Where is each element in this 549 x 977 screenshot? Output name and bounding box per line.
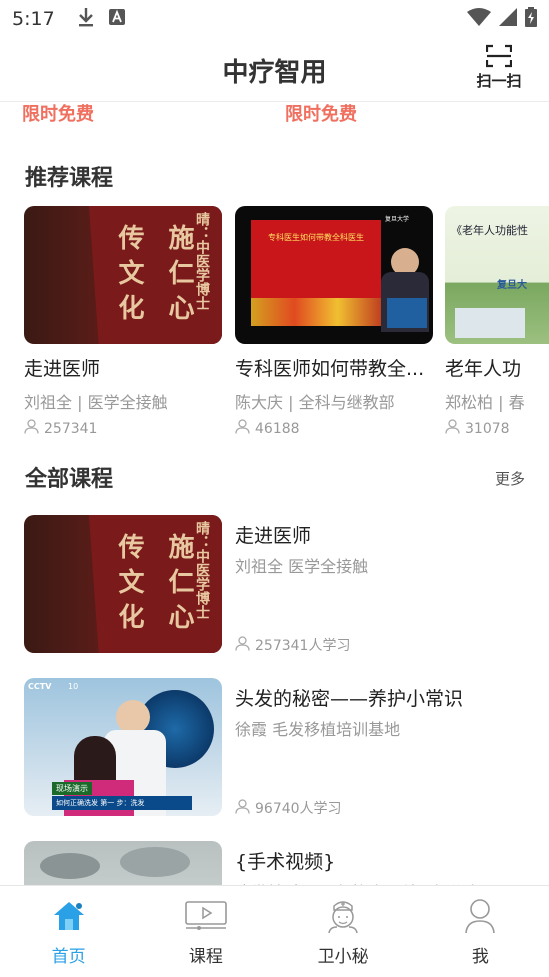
view-count-value: 46188 xyxy=(255,420,300,437)
recommended-carousel[interactable]: 传 文 化 施 仁 心 晴：中医学博士 走进医师 刘祖全 | 医学全接触 257… xyxy=(0,206,549,438)
status-time: 5:17 xyxy=(12,8,55,30)
thumb-text: 复旦大 xyxy=(497,280,527,291)
more-link[interactable]: 更多 xyxy=(495,468,525,489)
view-count-value: 31078 xyxy=(465,420,510,437)
view-count-value: 257341 xyxy=(44,420,98,437)
recommended-card[interactable]: 传 文 化 施 仁 心 晴：中医学博士 走进医师 刘祖全 | 医学全接触 257… xyxy=(24,206,222,438)
recommended-section-title: 推荐课程 xyxy=(25,166,114,191)
tab-label: 卫小秘 xyxy=(317,947,369,967)
all-courses-section-title: 全部课程 xyxy=(25,467,114,492)
thumb-text: 现场演示 xyxy=(52,782,92,795)
thumb-text: 如何正确洗发 第一 步：洗发 xyxy=(52,796,192,810)
video-course-icon xyxy=(185,896,227,936)
course-thumbnail: 传 文 化 施 仁 心 晴：中医学博士 xyxy=(24,515,222,653)
thumb-text: 专科医生如何带教全科医生 xyxy=(268,233,364,242)
view-count: 31078 xyxy=(445,419,549,438)
thumb-text: 复旦大学 xyxy=(385,216,410,223)
tab-courses[interactable]: 课程 xyxy=(137,886,274,977)
thumb-text: 《老年人功能性 xyxy=(451,224,528,237)
learner-count: 96740人学习 xyxy=(235,798,342,818)
thumb-text: 施 仁 心 xyxy=(164,224,194,321)
person-icon xyxy=(235,419,250,438)
scan-label: 扫一扫 xyxy=(476,72,522,90)
course-author: 刘祖全 | 医学全接触 xyxy=(24,393,168,412)
course-author: 刘祖全 医学全接触 xyxy=(235,557,369,576)
tv-logo: CCTV xyxy=(28,682,52,691)
person-icon xyxy=(24,419,39,438)
scan-icon xyxy=(471,44,527,68)
profile-icon xyxy=(464,896,496,936)
course-thumbnail: 专科医生如何带教全科医生 复旦大学 xyxy=(235,206,433,344)
learner-count-value: 257341人学习 xyxy=(255,638,351,654)
tab-home[interactable]: 首页 xyxy=(0,886,137,977)
home-icon xyxy=(52,896,86,936)
thumb-text: 传 文 化 xyxy=(114,224,144,321)
free-tag: 限时免费 xyxy=(285,104,357,125)
course-title: 专科医师如何带教全... xyxy=(235,358,425,380)
thumb-text: 施 仁 心 xyxy=(164,533,194,630)
battery-icon xyxy=(525,7,537,31)
person-icon xyxy=(235,635,250,655)
recommended-card[interactable]: 《老年人功能性 复旦大 老年人功 郑松柏 | 春 31078 xyxy=(445,206,549,438)
app-header: 中疗智用 扫一扫 xyxy=(0,38,549,102)
course-title: {手术视频} xyxy=(235,851,336,873)
person-icon xyxy=(445,419,460,438)
course-list-item[interactable]: CCTV 10 现场演示 如何正确洗发 第一 步：洗发 头发的秘密——养护小常识… xyxy=(24,678,526,818)
course-list-item[interactable]: 传 文 化 施 仁 心 晴：中医学博士 走进医师 刘祖全 医学全接触 25734… xyxy=(24,515,526,655)
course-title: 头发的秘密——养护小常识 xyxy=(235,688,464,710)
course-author: 徐霞 毛发移植培训基地 xyxy=(235,720,401,739)
course-title: 走进医师 xyxy=(24,358,101,380)
course-author: 郑松柏 | 春 xyxy=(445,393,525,412)
wifi-icon xyxy=(467,8,491,30)
bottom-tab-bar: 首页 课程 卫小秘 我 xyxy=(0,885,549,977)
course-author: 陈大庆 | 全科与继教部 xyxy=(235,393,395,412)
learner-count-value: 96740人学习 xyxy=(255,801,342,817)
course-title: 走进医师 xyxy=(235,525,312,547)
status-bar: 5:17 xyxy=(0,0,549,38)
page-title: 中疗智用 xyxy=(222,58,327,88)
tab-assistant[interactable]: 卫小秘 xyxy=(275,886,412,977)
learner-count: 257341人学习 xyxy=(235,635,350,655)
keyboard-a-icon xyxy=(108,9,125,29)
view-count: 257341 xyxy=(24,419,222,438)
thumb-text: 晴：中医学博士 xyxy=(194,212,210,310)
recommended-card[interactable]: 专科医生如何带教全科医生 复旦大学 专科医师如何带教全... 陈大庆 | 全科与… xyxy=(235,206,433,438)
course-thumbnail: 传 文 化 施 仁 心 晴：中医学博士 xyxy=(24,206,222,344)
thumb-text: 晴：中医学博士 xyxy=(194,521,210,619)
free-tag: 限时免费 xyxy=(22,104,94,125)
free-tags-row: 限时免费 限时免费 xyxy=(0,100,549,128)
signal-icon xyxy=(499,8,517,30)
scan-button[interactable]: 扫一扫 xyxy=(471,44,527,91)
course-thumbnail: 《老年人功能性 复旦大 xyxy=(445,206,549,344)
person-icon xyxy=(235,798,250,818)
thumb-text: 传 文 化 xyxy=(114,533,144,630)
tab-profile[interactable]: 我 xyxy=(412,886,549,977)
download-icon xyxy=(77,7,95,31)
tab-label: 首页 xyxy=(51,947,86,967)
course-thumbnail: CCTV 10 现场演示 如何正确洗发 第一 步：洗发 xyxy=(24,678,222,816)
tab-label: 课程 xyxy=(188,947,223,967)
view-count: 46188 xyxy=(235,419,433,438)
course-title: 老年人功 xyxy=(445,358,522,380)
nurse-icon xyxy=(326,896,360,936)
tab-label: 我 xyxy=(471,947,489,967)
tv-channel: 10 xyxy=(68,682,79,691)
